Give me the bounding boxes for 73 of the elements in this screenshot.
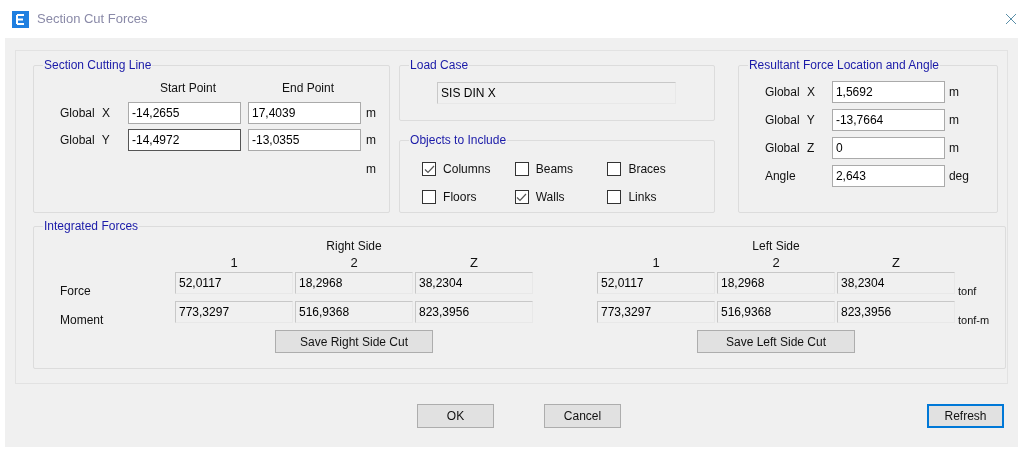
text-field[interactable]: 773,3297 [175,301,293,323]
column-header: 1 [651,254,661,272]
text-field[interactable]: SIS DIN X [437,82,677,104]
dialog-button[interactable]: Cancel [544,404,621,428]
text-field[interactable]: 0 [831,137,945,159]
column-header: Start Point [159,80,217,97]
group-title: Resultant Force Location and Angle [747,57,941,74]
text-field[interactable]: -13,7664 [831,109,945,131]
checkbox-label: Walls [535,189,565,206]
group-title: Objects to Include [409,132,508,149]
column-header: 2 [349,254,359,272]
save-cut-button[interactable]: Save Left Side Cut [697,330,855,353]
field-label: Global Y [59,132,111,149]
column-header: 1 [229,254,239,272]
text-field[interactable]: 516,9368 [295,301,413,323]
row-label: Force [60,283,92,300]
checkbox-label: Beams [535,161,574,178]
save-cut-button[interactable]: Save Right Side Cut [275,330,433,353]
text-field[interactable]: 773,3297 [597,301,715,323]
text-field[interactable]: -14,2655 [128,102,241,124]
checkbox[interactable] [514,162,529,176]
text-field[interactable]: -14,4972 [128,129,241,151]
text-field[interactable]: 38,2304 [837,272,955,294]
checkbox-label: Braces [628,161,666,178]
column-header: Z [469,254,479,272]
side-title: Right Side [326,238,382,254]
column-header: Z [891,254,901,272]
unit-label: m [366,105,376,122]
checkbox[interactable] [607,162,622,176]
checkbox[interactable] [514,190,529,204]
column-header: End Point [280,80,335,97]
row-label: Moment [60,312,105,329]
checkbox[interactable] [607,190,622,204]
unit-label: tonf-m [958,313,990,328]
text-field[interactable]: -13,0355 [248,129,361,151]
text-field[interactable]: 52,0117 [175,272,293,294]
unit-label: m [948,140,959,157]
checkbox[interactable] [422,190,437,204]
checkbox[interactable] [422,162,437,176]
checkbox-label: Links [628,189,657,206]
text-field[interactable]: 2,643 [831,165,945,187]
dialog-button[interactable]: OK [417,404,494,428]
group-title: Section Cutting Line [43,57,153,74]
unit-label: m [366,162,376,176]
close-icon[interactable] [1005,13,1017,25]
text-field[interactable]: 17,4039 [248,102,361,124]
column-header: 2 [771,254,781,272]
unit-label: tonf [958,284,978,299]
field-label: Global Z [763,140,816,157]
text-field[interactable]: 823,3956 [415,301,533,323]
group-title: Integrated Forces [43,218,140,235]
window-title: Section Cut Forces [37,10,148,29]
unit-label: m [948,112,959,129]
text-field[interactable]: 18,2968 [717,272,835,294]
checkbox-label: Columns [443,161,491,178]
text-field[interactable]: 52,0117 [597,272,715,294]
field-label: Global X [763,84,816,101]
field-label: Angle [763,168,797,185]
dialog-button[interactable]: Refresh [927,404,1004,428]
checkbox-label: Floors [443,189,477,206]
app-logo-icon [12,10,29,28]
unit-label: m [948,84,959,101]
field-label: Global X [59,105,112,122]
field-label: Global Y [763,112,816,129]
text-field[interactable]: 1,5692 [831,81,945,103]
unit-label: deg [948,168,969,185]
text-field[interactable]: 38,2304 [415,272,533,294]
group-title: Load Case [409,57,470,74]
text-field[interactable]: 823,3956 [837,301,955,323]
text-field[interactable]: 18,2968 [295,272,413,294]
unit-label: m [366,132,376,149]
text-field[interactable]: 516,9368 [717,301,835,323]
side-title: Left Side [752,238,800,254]
